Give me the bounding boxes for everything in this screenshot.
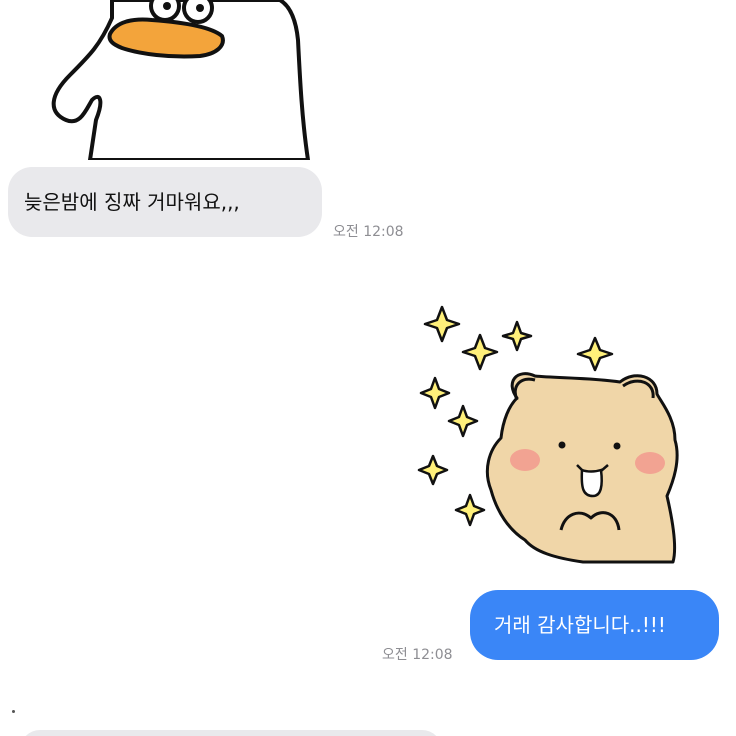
- sparkle-icon: [461, 333, 499, 371]
- bear-sparkle-sticker[interactable]: [405, 290, 705, 580]
- incoming-message-bubble[interactable]: 늦은밤에 징짜 거마워요,,,: [8, 167, 322, 237]
- incoming-message-text: 늦은밤에 징짜 거마워요,,,: [24, 190, 240, 214]
- incoming-message-bubble-partial[interactable]: [20, 730, 442, 736]
- sparkle-icon: [447, 404, 479, 438]
- sparkle-icon: [501, 320, 533, 352]
- duck-sticker[interactable]: [40, 0, 330, 162]
- divider-dot: [12, 710, 15, 713]
- sparkle-icon: [423, 305, 461, 343]
- sparkle-icon: [419, 376, 451, 410]
- outgoing-message-text: 거래 감사합니다..!!!: [494, 613, 666, 637]
- sparkle-icon: [454, 493, 486, 527]
- outgoing-message-bubble[interactable]: 거래 감사합니다..!!!: [470, 590, 719, 660]
- bear-sparkle-sticker-image: [417, 305, 679, 564]
- duck-sticker-image: [51, 0, 310, 162]
- incoming-message-time: 오전 12:08: [333, 224, 404, 240]
- sparkle-icon: [576, 336, 614, 372]
- outgoing-message-time: 오전 12:08: [382, 647, 453, 663]
- sparkle-icon: [417, 454, 449, 486]
